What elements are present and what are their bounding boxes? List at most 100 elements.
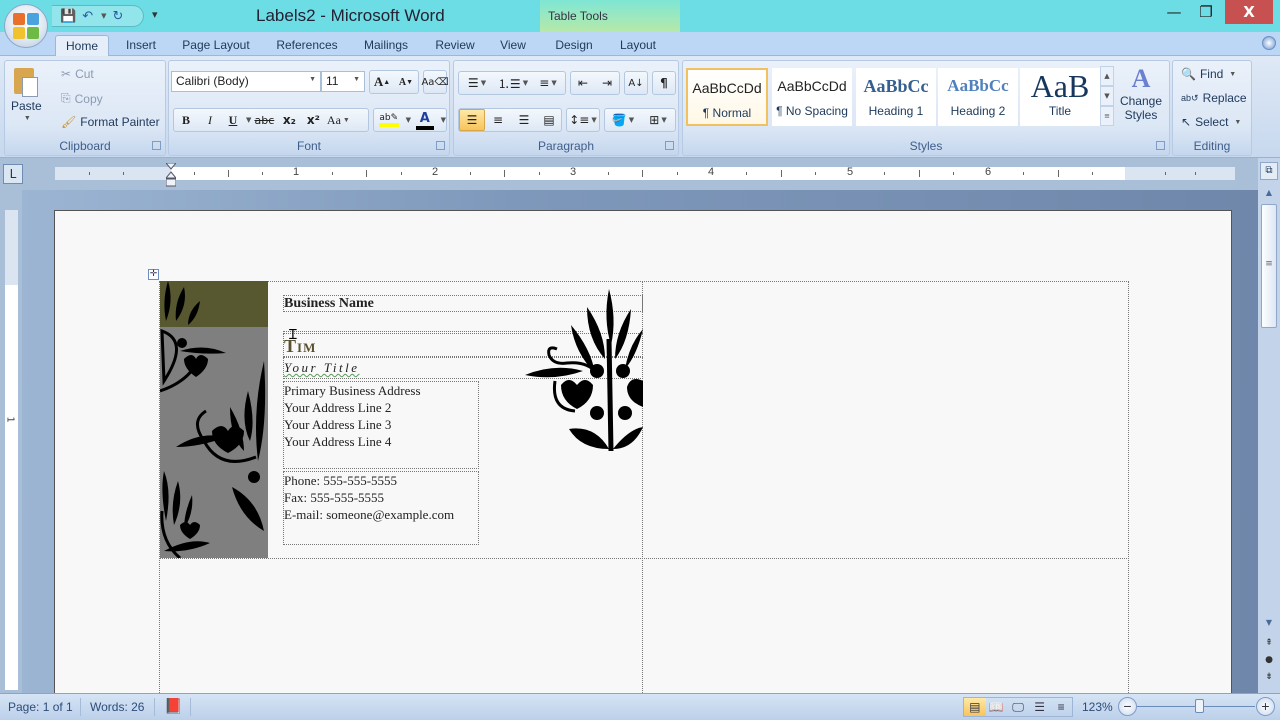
show-marks-button[interactable]: ¶ [652, 71, 676, 95]
align-left-button[interactable]: ☰ [459, 109, 485, 131]
scroll-thumb[interactable]: ≡ [1261, 204, 1277, 328]
restore-button[interactable]: ❐ [1192, 0, 1220, 24]
replace-button[interactable]: ab↺ Replace [1181, 91, 1247, 105]
word-count[interactable]: Words: 26 [90, 700, 144, 714]
format-painter-button[interactable]: 🖌 Format Painter [61, 115, 160, 129]
redo-icon[interactable]: ↻ [112, 10, 123, 23]
vertical-scrollbar[interactable]: ⧉ ▲ ≡ ▼ ⇞ ● ⇟ [1258, 158, 1280, 693]
shading-button[interactable]: 🪣 ▼ [605, 109, 641, 131]
side-panel-graphic[interactable] [160, 281, 268, 558]
style-heading-2[interactable]: AaBbCc Heading 2 [938, 68, 1018, 126]
help-icon[interactable] [1262, 36, 1276, 50]
justify-button[interactable]: ▤ [537, 109, 561, 131]
horizontal-ruler[interactable]: 1 2 3 4 5 6 [55, 166, 1235, 180]
indent-marker[interactable] [166, 163, 176, 187]
zoom-in-button[interactable]: + [1256, 697, 1275, 716]
zoom-slider-thumb[interactable] [1195, 699, 1205, 713]
underline-button[interactable]: U [222, 109, 244, 131]
strikethrough-button[interactable]: abc [251, 109, 277, 131]
font-name-combo[interactable]: Calibri (Body) ▼ [171, 71, 321, 92]
italic-button[interactable]: I [198, 109, 222, 131]
tab-design[interactable]: Design [548, 35, 600, 57]
paste-button[interactable]: Paste ▼ [11, 65, 42, 122]
minimize-button[interactable]: — [1160, 0, 1188, 24]
ruler-tick [539, 172, 540, 175]
tab-mailings[interactable]: Mailings [356, 35, 416, 57]
select-button[interactable]: ↖ Select ▼ [1181, 115, 1241, 129]
tab-selector-button[interactable]: L [3, 164, 23, 184]
full-screen-reading-view-icon[interactable]: 📖 [986, 698, 1008, 716]
select-browse-object-button[interactable]: ● [1260, 655, 1278, 669]
font-color-button[interactable]: A [411, 109, 439, 131]
change-styles-button[interactable]: A Change Styles [1118, 64, 1164, 122]
paragraph-launcher-icon[interactable] [665, 141, 674, 150]
gallery-up-button[interactable]: ▲ [1100, 66, 1114, 86]
ornament-graphic-icon[interactable] [525, 289, 643, 451]
cut-button[interactable]: ✂ Cut [61, 67, 94, 81]
undo-icon[interactable]: ↶ [82, 10, 93, 23]
gallery-down-button[interactable]: ▼ [1100, 86, 1114, 106]
align-right-button[interactable]: ☰ [511, 109, 537, 131]
contact-block[interactable]: Phone: 555-555-5555 Fax: 555-555-5555 E-… [283, 471, 479, 545]
document-page[interactable]: ✛ Business Name Tim Your Title Primary B… [54, 210, 1232, 693]
borders-button[interactable]: ⊞ ▼ [641, 109, 675, 131]
superscript-button[interactable]: x² [301, 109, 325, 131]
gallery-more-button[interactable]: ≡ [1100, 106, 1114, 126]
tab-insert[interactable]: Insert [118, 35, 164, 57]
print-layout-view-icon[interactable]: ▤ [964, 698, 986, 716]
address-block[interactable]: Primary Business Address Your Address Li… [283, 381, 479, 469]
tab-view[interactable]: View [494, 35, 532, 57]
style-heading-1[interactable]: AaBbCc Heading 1 [856, 68, 936, 126]
grow-font-button[interactable]: A ▲ [370, 71, 394, 93]
undo-dropdown-icon[interactable]: ▼ [101, 12, 106, 20]
line-spacing-button[interactable]: ↕≡ ▼ [566, 108, 600, 132]
styles-launcher-icon[interactable] [1156, 141, 1165, 150]
tab-review[interactable]: Review [430, 35, 480, 57]
zoom-out-button[interactable]: − [1118, 697, 1137, 716]
increase-indent-button[interactable]: ⇥ [595, 72, 619, 94]
style-title[interactable]: AaB Title [1020, 68, 1100, 126]
table-move-handle[interactable]: ✛ [148, 269, 159, 280]
font-launcher-icon[interactable] [436, 141, 445, 150]
highlight-button[interactable]: ab✎ [374, 109, 404, 131]
copy-button[interactable]: ⎘ Copy [61, 91, 103, 106]
subscript-button[interactable]: x₂ [277, 109, 301, 131]
next-page-button[interactable]: ⇟ [1260, 672, 1278, 686]
bullets-button[interactable]: ☰ ▼ [459, 72, 495, 94]
tab-page-layout[interactable]: Page Layout [176, 35, 256, 57]
style-name: ¶ No Spacing [776, 104, 848, 118]
shrink-font-button[interactable]: A ▼ [394, 71, 418, 93]
tab-layout[interactable]: Layout [614, 35, 662, 57]
clipboard-launcher-icon[interactable] [152, 141, 161, 150]
web-layout-view-icon[interactable]: 🖵 [1007, 698, 1029, 716]
tab-home[interactable]: Home [55, 35, 109, 57]
draft-view-icon[interactable]: ≡ [1050, 698, 1072, 716]
save-icon[interactable]: 💾 [60, 10, 76, 23]
font-size-combo[interactable]: 11 ▼ [321, 71, 365, 92]
style-no-spacing[interactable]: AaBbCcDd ¶ No Spacing [772, 68, 852, 126]
decrease-indent-button[interactable]: ⇤ [571, 72, 595, 94]
page-count[interactable]: Page: 1 of 1 [8, 700, 73, 714]
multilevel-list-button[interactable]: ≡ ▼ [531, 72, 565, 94]
scroll-up-button[interactable]: ▲ [1260, 188, 1278, 202]
align-center-button[interactable]: ≡ [485, 109, 511, 131]
find-button[interactable]: 🔍 Find ▼ [1181, 67, 1236, 81]
view-ruler-toggle-icon[interactable]: ⧉ [1260, 162, 1278, 180]
customize-qat-icon[interactable]: ▾ [152, 8, 158, 21]
scroll-down-button[interactable]: ▼ [1260, 618, 1278, 632]
style-normal[interactable]: AaBbCcDd ¶ Normal [686, 68, 768, 126]
sort-button[interactable]: A↓ [624, 71, 648, 95]
close-button[interactable]: X [1225, 0, 1273, 24]
proofing-error-icon[interactable]: 📕 [164, 697, 183, 715]
bold-button[interactable]: B [174, 109, 198, 131]
numbering-button[interactable]: ⒈☰ ▼ [495, 72, 531, 94]
change-case-button[interactable]: Aa ▼ [325, 109, 351, 131]
clear-formatting-button[interactable]: Aa⌫ [421, 70, 449, 94]
vertical-ruler[interactable]: 1 [5, 210, 18, 690]
office-button[interactable] [4, 4, 48, 48]
outline-view-icon[interactable]: ☰ [1029, 698, 1051, 716]
previous-page-button[interactable]: ⇞ [1260, 638, 1278, 652]
zoom-level[interactable]: 123% [1082, 700, 1113, 714]
font-color-dropdown-icon[interactable]: ▼ [441, 116, 446, 124]
tab-references[interactable]: References [270, 35, 344, 57]
